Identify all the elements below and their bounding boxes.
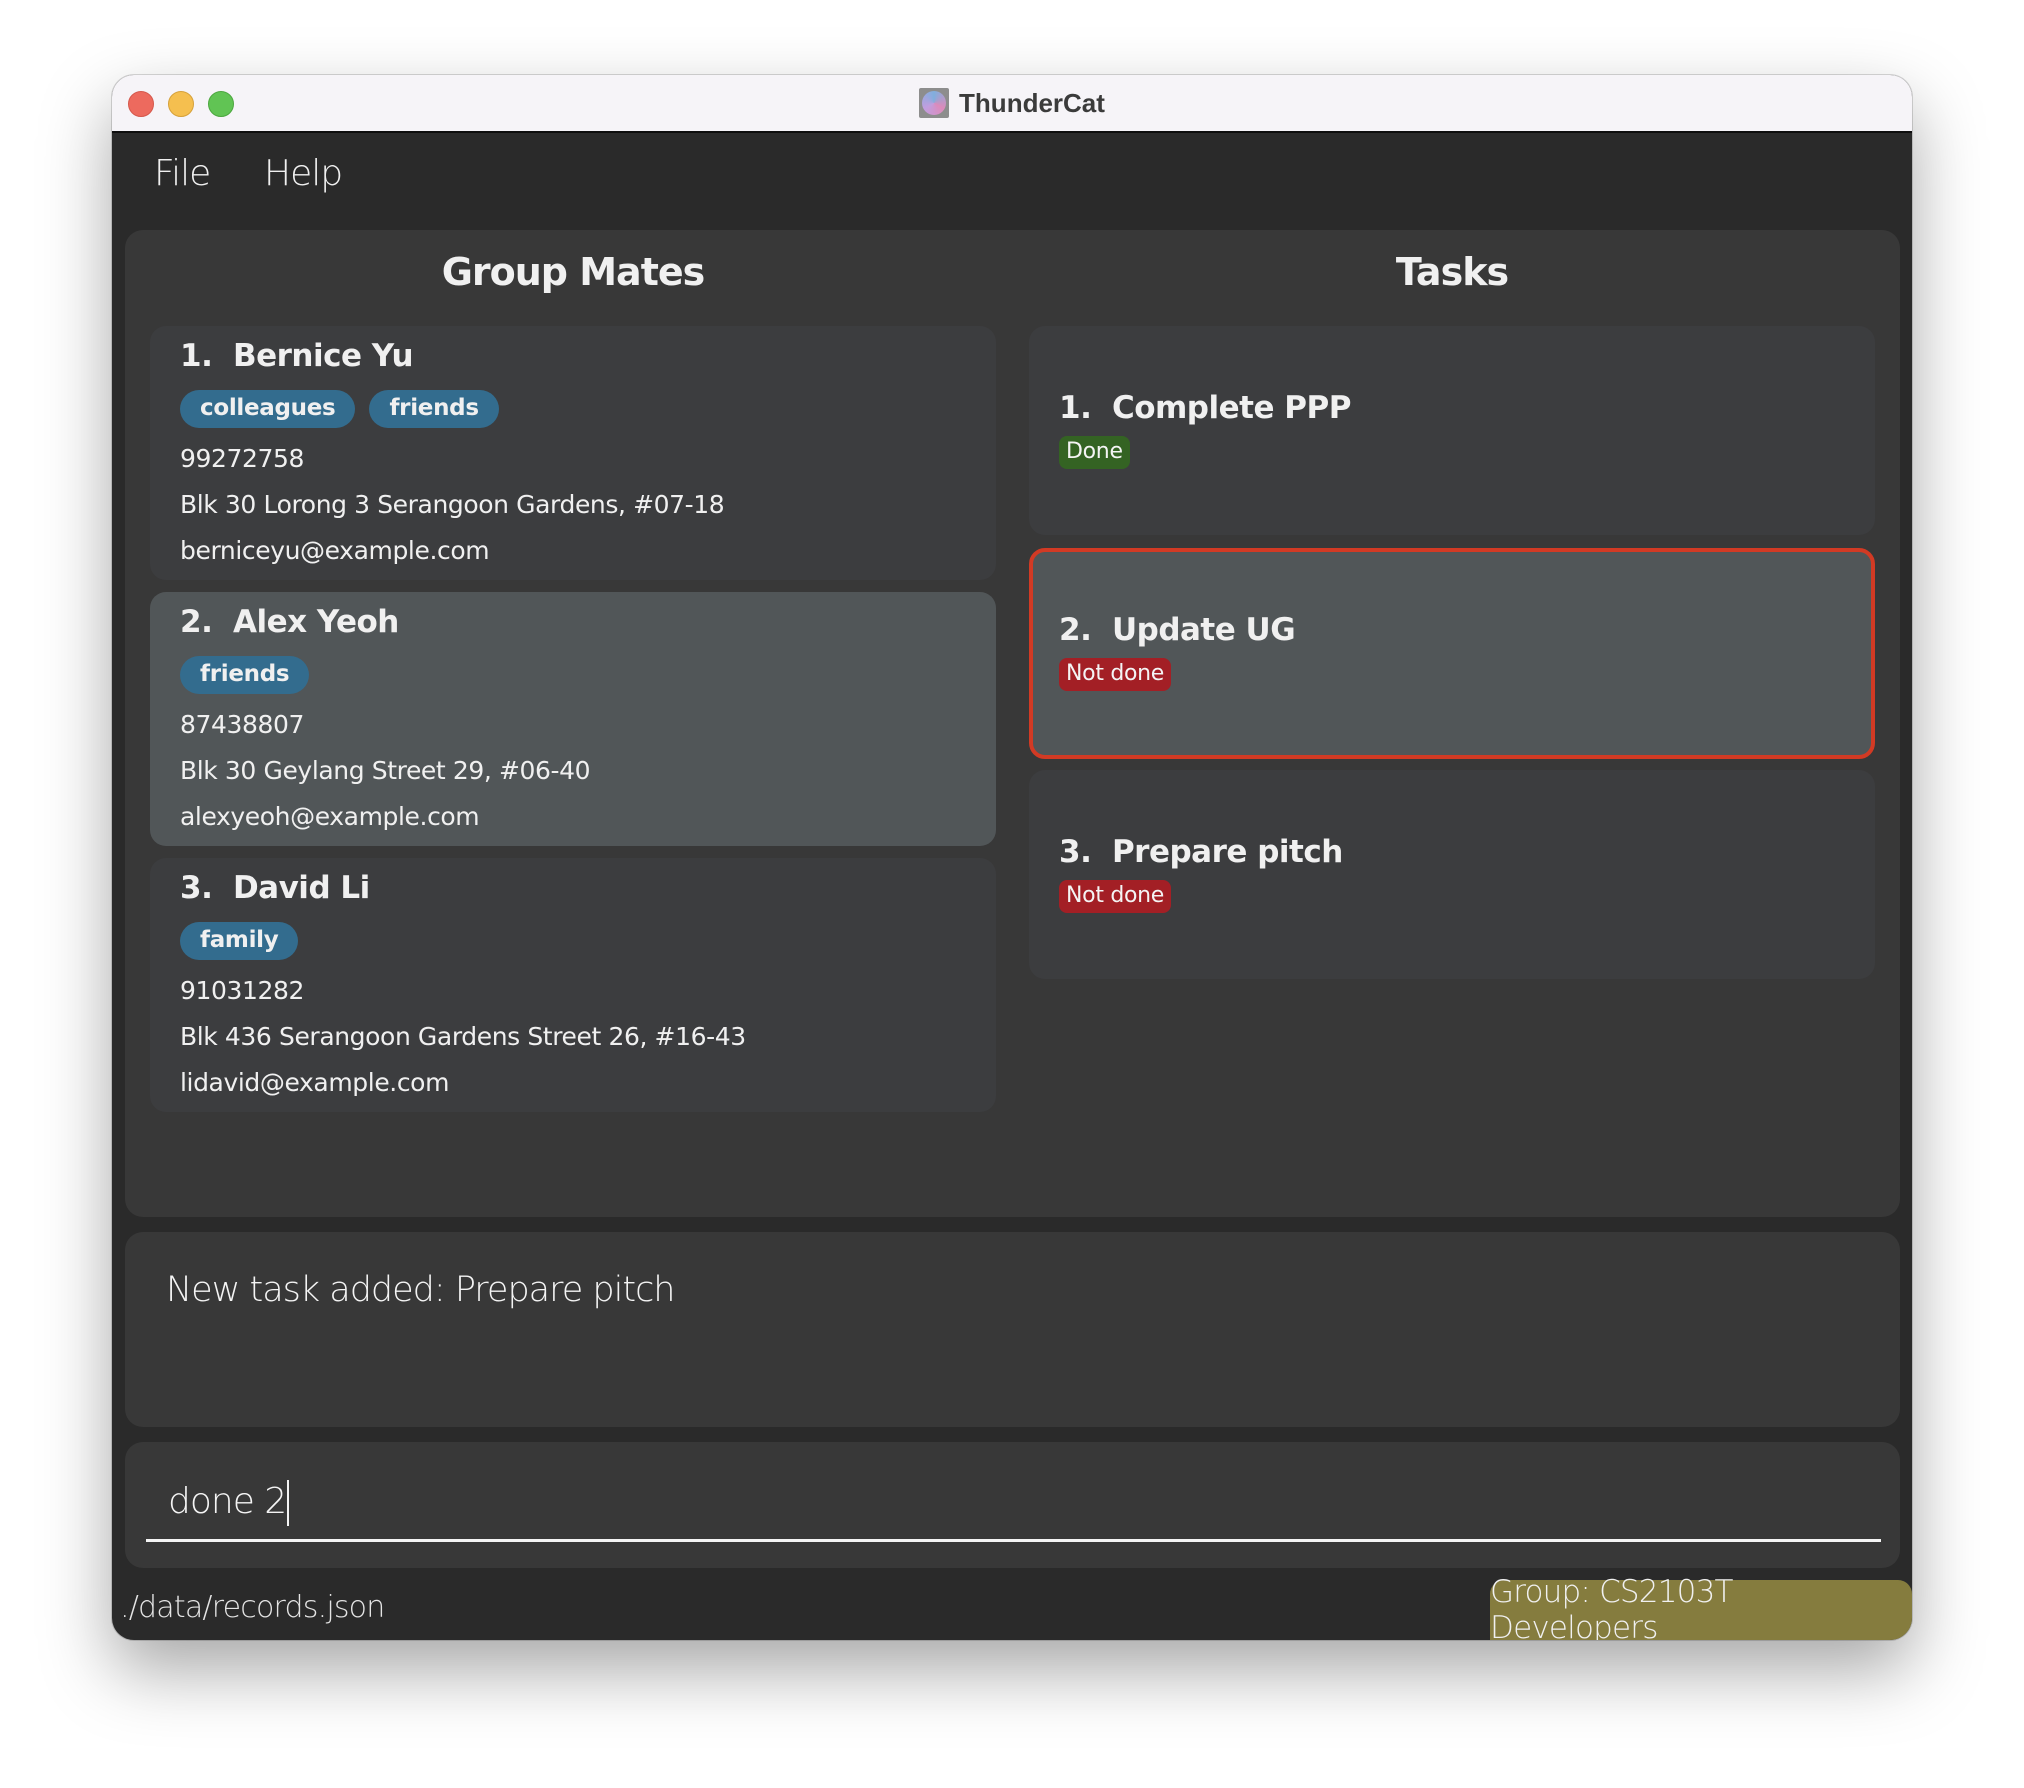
person-email: lidavid@example.com <box>180 1068 450 1097</box>
title-bar: ThunderCat <box>112 75 1912 133</box>
app-window: ThunderCat File Help Group Mates Tasks 1… <box>112 75 1912 1640</box>
task-status-not-done: Not done <box>1059 880 1172 913</box>
task-index: 3. <box>1059 834 1092 870</box>
person-index: 1. <box>180 338 213 374</box>
group-label: Group: CS2103T Developers <box>1490 1574 1733 1640</box>
person-address: Blk 30 Lorong 3 Serangoon Gardens, #07-1… <box>180 490 725 519</box>
menu-bar: File Help <box>112 133 1912 229</box>
tag: family <box>180 922 299 960</box>
task-card[interactable]: 3. Prepare pitch Not done <box>1029 770 1875 979</box>
person-phone: 91031282 <box>180 976 305 1005</box>
tag: friends <box>369 390 499 428</box>
task-card-selected[interactable]: 2. Update UG Not done <box>1029 548 1875 759</box>
person-address: Blk 30 Geylang Street 29, #06-40 <box>180 756 591 785</box>
person-card[interactable]: 3. David Li family 91031282 Blk 436 Sera… <box>150 858 996 1112</box>
person-name-text: Alex Yeoh <box>232 604 399 640</box>
group-badge: Group: CS2103T Developers <box>1490 1574 1912 1640</box>
result-display: New task added: Prepare pitch <box>125 1232 1900 1427</box>
tasks-header: Tasks <box>1395 250 1509 294</box>
task-card[interactable]: 1. Complete PPP Done <box>1029 326 1875 535</box>
task-status-done: Done <box>1059 436 1130 469</box>
person-email: berniceyu@example.com <box>180 536 490 565</box>
tag-list: family <box>180 922 299 960</box>
person-name: 2. Alex Yeoh <box>180 604 399 640</box>
person-name-text: David Li <box>232 870 370 906</box>
person-name: 3. David Li <box>180 870 370 906</box>
task-name-text: Prepare pitch <box>1111 834 1343 870</box>
status-bar: ./data/records.json Group: CS2103T Devel… <box>112 1574 1912 1640</box>
task-index: 1. <box>1059 390 1092 426</box>
person-address: Blk 436 Serangoon Gardens Street 26, #16… <box>180 1022 746 1051</box>
person-card-selected[interactable]: 2. Alex Yeoh friends 87438807 Blk 30 Gey… <box>150 592 996 846</box>
text-caret <box>287 1480 290 1526</box>
window-title: ThunderCat <box>959 87 1105 118</box>
task-name: 1. Complete PPP <box>1059 390 1351 426</box>
menu-file[interactable]: File <box>154 153 211 194</box>
thundercat-app-icon <box>919 88 950 118</box>
person-phone: 87438807 <box>180 710 305 739</box>
command-input[interactable] <box>146 1462 1881 1542</box>
tag-list: colleagues friends <box>180 390 499 428</box>
person-email: alexyeoh@example.com <box>180 802 480 831</box>
task-name: 2. Update UG <box>1059 612 1296 648</box>
task-index: 2. <box>1059 612 1092 648</box>
menu-help[interactable]: Help <box>264 153 343 194</box>
person-name-text: Bernice Yu <box>232 338 414 374</box>
person-index: 3. <box>180 870 213 906</box>
task-name-text: Complete PPP <box>1111 390 1352 426</box>
person-name: 1. Bernice Yu <box>180 338 414 374</box>
group-mates-header: Group Mates <box>441 250 706 294</box>
task-name: 3. Prepare pitch <box>1059 834 1343 870</box>
window-title-group: ThunderCat <box>112 75 1912 131</box>
person-card[interactable]: 1. Bernice Yu colleagues friends 9927275… <box>150 326 996 580</box>
command-input-value[interactable]: done 2 <box>168 1480 290 1526</box>
command-box: done 2 <box>125 1442 1900 1568</box>
tag-list: friends <box>180 656 310 694</box>
person-phone: 99272758 <box>180 444 305 473</box>
command-text: done 2 <box>168 1481 287 1522</box>
task-name-text: Update UG <box>1111 612 1296 648</box>
save-location: ./data/records.json <box>120 1590 385 1625</box>
result-message: New task added: Prepare pitch <box>166 1270 675 1310</box>
tag: colleagues <box>180 390 356 428</box>
task-status-not-done: Not done <box>1059 658 1172 691</box>
person-index: 2. <box>180 604 213 640</box>
tag: friends <box>180 656 310 694</box>
main-panel: Group Mates Tasks 1. Bernice Yu colleagu… <box>125 230 1900 1217</box>
